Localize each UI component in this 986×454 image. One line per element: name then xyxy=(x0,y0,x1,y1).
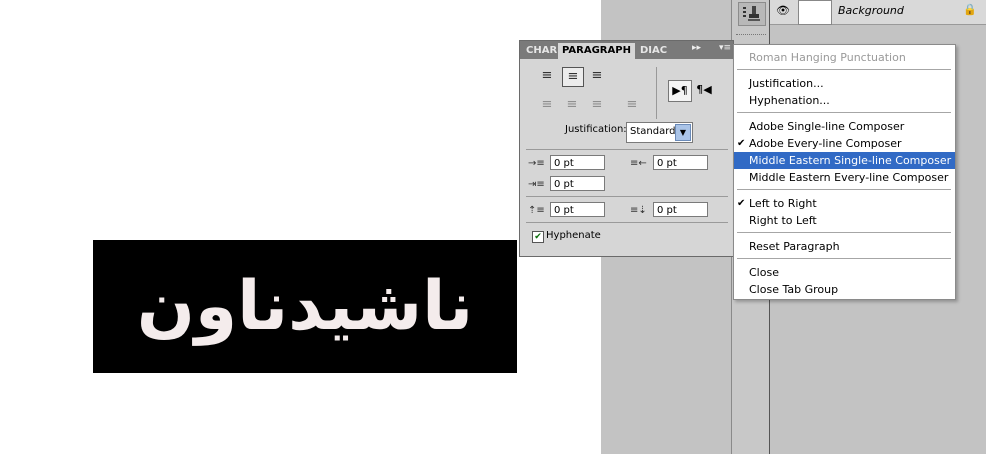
menu-item-close[interactable]: Close xyxy=(734,264,955,281)
space-after-field[interactable]: 0 pt xyxy=(653,202,708,217)
align-right-icon[interactable]: ≡ xyxy=(587,67,607,85)
tab-diacritics[interactable]: DIAC xyxy=(640,43,667,59)
indent-left-icon: →≡ xyxy=(528,158,545,169)
panel-menu-icon[interactable]: ▾≡ xyxy=(719,43,731,53)
justify-last-left-icon[interactable]: ≡ xyxy=(537,96,557,114)
tab-character[interactable]: CHAR xyxy=(526,43,557,59)
indent-first-line-icon: ⇥≡ xyxy=(528,179,545,190)
align-left-icon[interactable]: ≡ xyxy=(537,67,557,85)
divider xyxy=(526,222,728,223)
justify-all-icon[interactable]: ≡ xyxy=(622,96,642,114)
space-after-icon: ≡⇣ xyxy=(630,205,647,216)
menu-item-left-to-right[interactable]: ✔ Left to Right xyxy=(734,195,955,212)
layer-thumbnail xyxy=(798,0,832,25)
menu-item-reset-paragraph[interactable]: Reset Paragraph xyxy=(734,238,955,255)
checkmark-icon: ✔ xyxy=(737,198,746,209)
menu-separator xyxy=(737,232,951,233)
menu-separator xyxy=(737,112,951,113)
space-before-field[interactable]: 0 pt xyxy=(550,202,605,217)
justification-label: Justification: xyxy=(565,124,627,135)
panel-expand-icon[interactable]: ▸▸ xyxy=(692,43,701,53)
indent-right-field[interactable]: 0 pt xyxy=(653,155,708,170)
stamp-tool-icon[interactable] xyxy=(738,2,766,26)
arabic-text-layer[interactable]: ناشیدناون xyxy=(93,240,517,373)
paragraph-panel-menu: Roman Hanging Punctuation Justification.… xyxy=(733,44,956,300)
menu-item-right-to-left[interactable]: Right to Left xyxy=(734,212,955,229)
checkmark-icon: ✔ xyxy=(737,138,746,149)
align-center-icon[interactable]: ≡ xyxy=(562,67,584,87)
hyphenate-label: Hyphenate xyxy=(546,230,601,241)
justify-last-center-icon[interactable]: ≡ xyxy=(562,96,582,114)
ltr-direction-icon[interactable]: ▶¶ xyxy=(668,80,692,102)
menu-item-middle-eastern-every-line-composer[interactable]: Middle Eastern Every-line Composer xyxy=(734,169,955,186)
indent-first-line-field[interactable]: 0 pt xyxy=(550,176,605,191)
divider xyxy=(526,196,728,197)
menu-separator xyxy=(737,258,951,259)
divider xyxy=(526,149,728,150)
menu-item-adobe-every-line-composer[interactable]: ✔ Adobe Every-line Composer xyxy=(734,135,955,152)
menu-item-justification[interactable]: Justification... xyxy=(734,75,955,92)
tab-paragraph[interactable]: PARAGRAPH xyxy=(558,43,635,59)
chevron-down-icon[interactable]: ▼ xyxy=(675,124,691,141)
rtl-direction-icon[interactable]: ¶◀ xyxy=(693,80,715,100)
document-canvas[interactable]: ناشیدناون xyxy=(0,0,601,454)
eye-icon[interactable]: 👁 xyxy=(776,4,790,17)
layer-name: Background xyxy=(838,4,904,17)
justification-select[interactable]: Standard ▼ xyxy=(626,122,693,143)
lock-icon: 🔒 xyxy=(963,3,977,16)
divider xyxy=(656,67,657,119)
menu-separator xyxy=(737,69,951,70)
layer-row-background[interactable]: 👁 Background 🔒 xyxy=(770,0,986,25)
menu-item-hyphenation[interactable]: Hyphenation... xyxy=(734,92,955,109)
menu-item-roman-hanging-punctuation: Roman Hanging Punctuation xyxy=(749,51,906,64)
panel-tabs: CHAR PARAGRAPH DIAC ▸▸ ▾≡ xyxy=(520,41,733,59)
paragraph-panel: CHAR PARAGRAPH DIAC ▸▸ ▾≡ ≡ ≡ ≡ ≡ ≡ ≡ ≡ … xyxy=(519,40,734,257)
justify-last-right-icon[interactable]: ≡ xyxy=(587,96,607,114)
menu-item-adobe-single-line-composer[interactable]: Adobe Single-line Composer xyxy=(734,118,955,135)
hyphenate-checkbox[interactable]: ✔ xyxy=(532,231,544,243)
indent-right-icon: ≡← xyxy=(630,158,647,169)
indent-left-field[interactable]: 0 pt xyxy=(550,155,605,170)
space-before-icon: ⇡≡ xyxy=(528,205,545,216)
justification-value: Standard xyxy=(630,126,676,137)
menu-item-middle-eastern-single-line-composer[interactable]: Middle Eastern Single-line Composer xyxy=(734,152,955,169)
menu-item-close-tab-group[interactable]: Close Tab Group xyxy=(734,281,955,298)
menu-separator xyxy=(737,189,951,190)
dock-grip[interactable] xyxy=(736,34,766,37)
